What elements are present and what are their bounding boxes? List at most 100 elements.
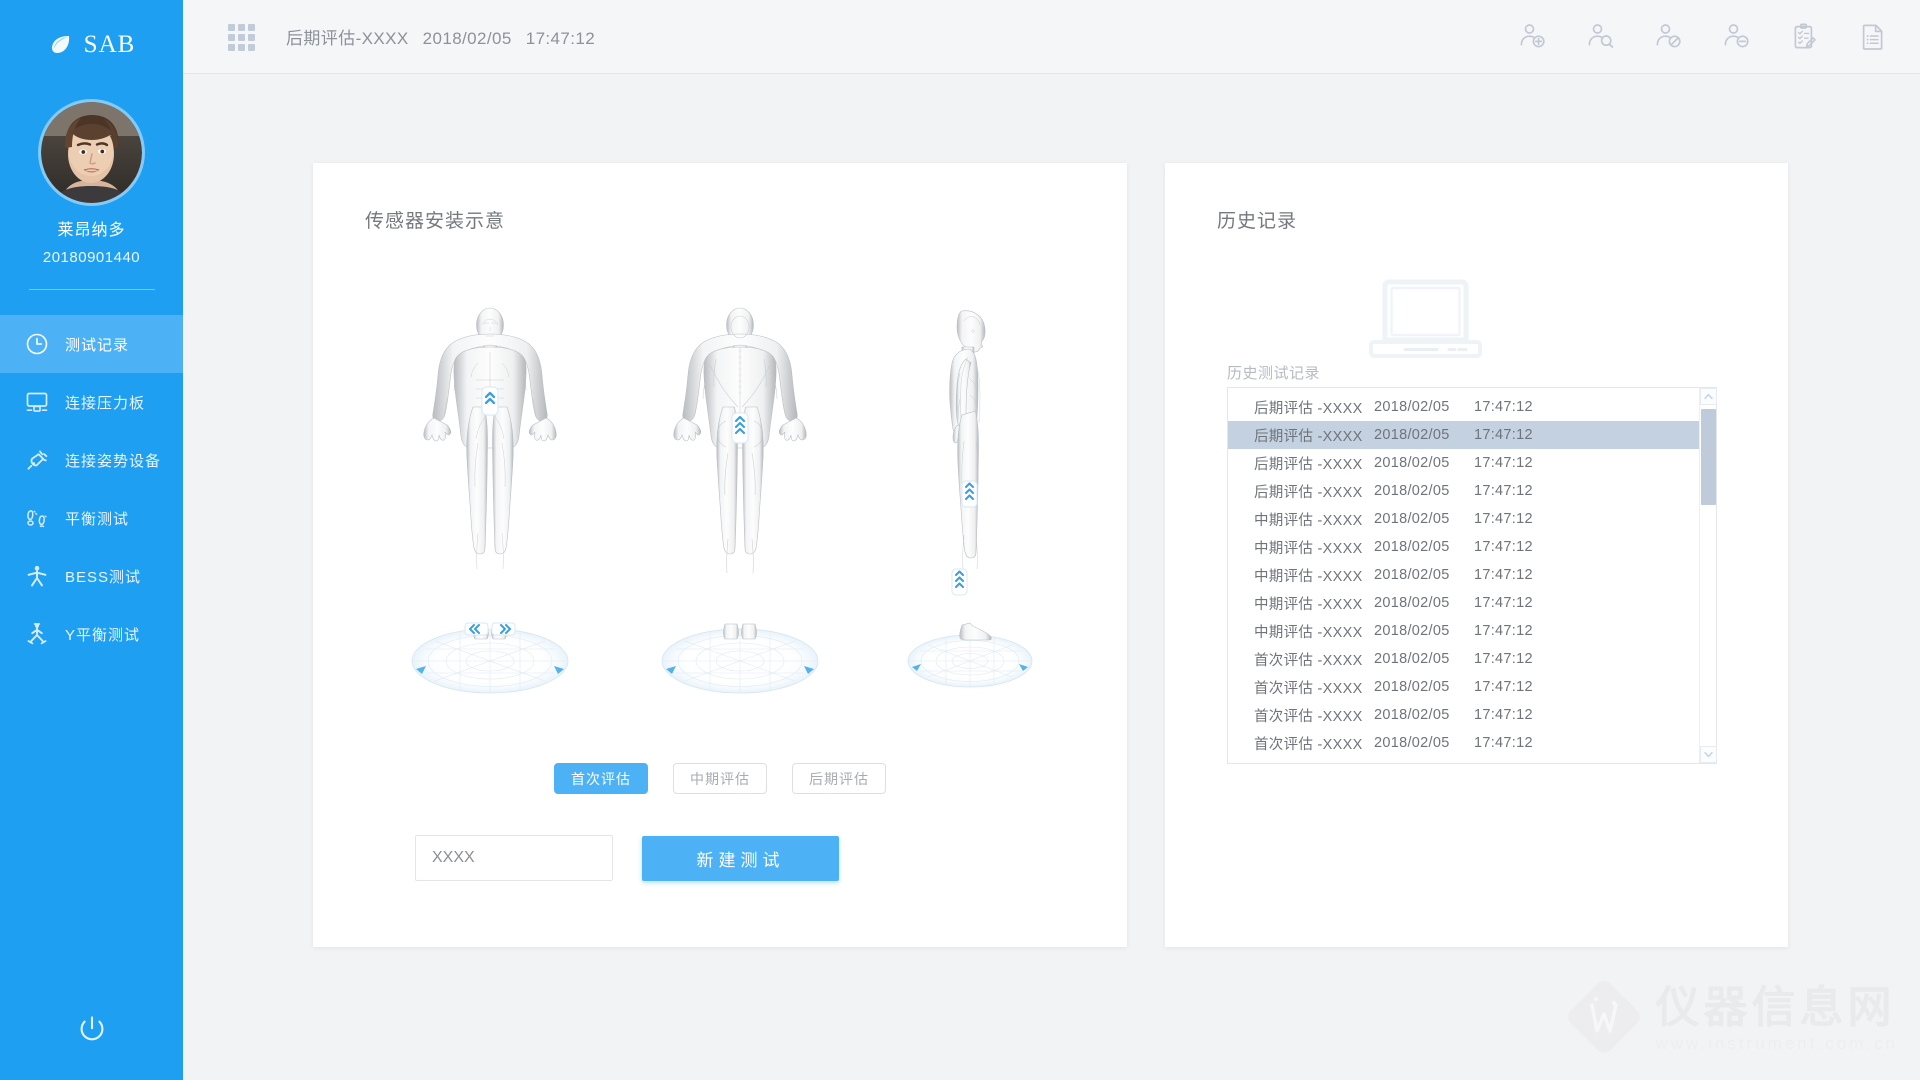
edit-user-icon[interactable] <box>1652 20 1686 54</box>
phase-tab-initial[interactable]: 首次评估 <box>554 763 648 794</box>
phase-tab-label: 后期评估 <box>809 770 869 787</box>
history-row[interactable]: 中期评估 -XXXX 2018/02/05 17:47:12 <box>1228 561 1699 589</box>
history-row-date: 2018/02/05 <box>1374 455 1450 471</box>
sensor-right-foot <box>491 622 516 636</box>
brand-name: SAB <box>83 31 136 58</box>
history-scrollbar[interactable] <box>1699 388 1717 763</box>
search-user-icon[interactable] <box>1584 20 1618 54</box>
history-row[interactable]: 后期评估 -XXXX 2018/02/05 17:47:12 <box>1228 449 1699 477</box>
history-row[interactable]: 中期评估 -XXXX 2018/02/05 17:47:12 <box>1228 505 1699 533</box>
history-row-name: 中期评估 -XXXX <box>1254 596 1363 613</box>
person-icon <box>24 563 50 589</box>
history-row[interactable]: 后期评估 -XXXX 2018/02/05 17:47:12 <box>1228 393 1699 421</box>
power-button[interactable] <box>0 1011 183 1052</box>
history-row-time: 17:47:12 <box>1474 679 1533 695</box>
sensor-left-foot <box>464 622 489 636</box>
scroll-down-icon[interactable] <box>1700 746 1717 763</box>
history-row-time: 17:47:12 <box>1474 735 1533 751</box>
sidebar-item-test-records[interactable]: 测试记录 <box>0 315 183 373</box>
user-name: 莱昂纳多 <box>57 222 126 239</box>
add-user-icon[interactable] <box>1516 20 1550 54</box>
create-test-button[interactable]: 新建测试 <box>642 835 839 881</box>
history-row-date: 2018/02/05 <box>1374 623 1450 639</box>
history-row-name: 中期评估 -XXXX <box>1254 540 1363 557</box>
sidebar-item-label: 连接姿势设备 <box>65 452 162 470</box>
phase-tab-mid[interactable]: 中期评估 <box>673 763 767 794</box>
laptop-icon <box>1369 278 1482 366</box>
history-row-date: 2018/02/05 <box>1374 651 1450 667</box>
page-title: 传感器安装示意 <box>365 211 506 232</box>
figure-side[interactable] <box>890 303 1050 713</box>
figure-front[interactable] <box>390 303 590 713</box>
history-row-date: 2018/02/05 <box>1374 483 1450 499</box>
history-row[interactable]: 中期评估 -XXXX 2018/02/05 17:47:12 <box>1228 617 1699 645</box>
sensor-calf <box>951 568 968 596</box>
history-row-date: 2018/02/05 <box>1374 567 1450 583</box>
history-row[interactable]: 首次评估 -XXXX 2018/02/05 17:47:12 <box>1228 645 1699 673</box>
history-panel: 历史记录 历史测试记录 后期评估 -XXXX 2018/02/05 17:47:12… <box>1165 163 1788 947</box>
clock-icon <box>24 331 50 357</box>
ground-disc <box>907 634 1033 688</box>
history-row[interactable]: 后期评估 -XXXX 2018/02/05 17:47:12 <box>1228 421 1699 449</box>
app-root: SAB 莱昂纳多 20180901440 测试记录 连接压力板 连接姿势设备 平… <box>0 0 1920 1080</box>
history-row-date: 2018/02/05 <box>1374 539 1450 555</box>
scroll-up-icon[interactable] <box>1700 388 1717 405</box>
history-row-time: 17:47:12 <box>1474 399 1533 415</box>
sidebar-item-y-balance-test[interactable]: Y平衡测试 <box>0 605 183 663</box>
sidebar-item-label: Y平衡测试 <box>65 626 141 644</box>
remove-user-icon[interactable] <box>1720 20 1754 54</box>
scrollbar-thumb[interactable] <box>1701 409 1716 505</box>
sidebar-item-label: 平衡测试 <box>65 510 130 528</box>
document-icon[interactable] <box>1856 20 1890 54</box>
grid-menu-icon[interactable] <box>228 23 255 51</box>
test-name-input[interactable] <box>415 835 613 881</box>
history-row[interactable]: 中期评估 -XXXX 2018/02/05 17:47:12 <box>1228 533 1699 561</box>
user-id: 20180901440 <box>42 249 141 266</box>
phase-tab-late[interactable]: 后期评估 <box>792 763 886 794</box>
user-avatar <box>41 102 142 203</box>
sidebar-item-label: 测试记录 <box>65 336 130 354</box>
plug-icon <box>24 447 50 473</box>
brand: SAB <box>0 0 183 70</box>
phase-tab-label: 首次评估 <box>571 770 631 787</box>
history-row-name: 首次评估 -XXXX <box>1254 736 1363 753</box>
sidebar-item-connect-posture-device[interactable]: 连接姿势设备 <box>0 431 183 489</box>
sidebar-item-balance-test[interactable]: 平衡测试 <box>0 489 183 547</box>
history-row-name: 首次评估 -XXXX <box>1254 652 1363 669</box>
history-row-time: 17:47:12 <box>1474 707 1533 723</box>
breadcrumb-title: 后期评估-XXXX <box>286 29 409 48</box>
history-row-date: 2018/02/05 <box>1374 511 1450 527</box>
history-list-container: 后期评估 -XXXX 2018/02/05 17:47:12 后期评估 -XXXX 20… <box>1227 387 1717 764</box>
sidebar: SAB 莱昂纳多 20180901440 测试记录 连接压力板 连接姿势设备 平… <box>0 0 183 1080</box>
sidebar-divider <box>28 289 155 290</box>
history-row-date: 2018/02/05 <box>1374 679 1450 695</box>
history-row[interactable]: 首次评估 -XXXX 2018/02/05 17:47:12 <box>1228 701 1699 729</box>
figure-back[interactable] <box>640 303 840 713</box>
sidebar-item-bess-test[interactable]: BESS测试 <box>0 547 183 605</box>
topbar-actions <box>1516 20 1890 54</box>
topbar: 后期评估-XXXX 2018/02/05 17:47:12 <box>183 0 1920 74</box>
history-row-time: 17:47:12 <box>1474 595 1533 611</box>
history-row-name: 首次评估 -XXXX <box>1254 680 1363 697</box>
history-row-date: 2018/02/05 <box>1374 399 1450 415</box>
history-row-time: 17:47:12 <box>1474 623 1533 639</box>
history-row-name: 首次评估 -XXXX <box>1254 708 1363 725</box>
sidebar-item-connect-pressure-plate[interactable]: 连接压力板 <box>0 373 183 431</box>
breadcrumb: 后期评估-XXXX 2018/02/05 17:47:12 <box>286 24 595 49</box>
history-row-time: 17:47:12 <box>1474 483 1533 499</box>
main-area: 后期评估-XXXX 2018/02/05 17:47:12 传感器安装示意 首次… <box>183 0 1920 1080</box>
sidebar-item-label: BESS测试 <box>65 568 142 586</box>
breadcrumb-time: 17:47:12 <box>525 29 596 48</box>
leaf-icon <box>48 32 74 58</box>
avatar[interactable] <box>41 102 142 203</box>
history-row[interactable]: 首次评估 -XXXX 2018/02/05 17:47:12 <box>1228 673 1699 701</box>
sidebar-nav: 测试记录 连接压力板 连接姿势设备 平衡测试 BESS测试 Y平衡测试 <box>0 315 183 663</box>
scrollbar-track[interactable] <box>1700 405 1717 746</box>
history-row[interactable]: 首次评估 -XXXX 2018/02/05 17:47:12 <box>1228 729 1699 757</box>
history-row-date: 2018/02/05 <box>1374 595 1450 611</box>
history-row[interactable]: 中期评估 -XXXX 2018/02/05 17:47:12 <box>1228 589 1699 617</box>
history-row-name: 后期评估 -XXXX <box>1254 400 1363 417</box>
history-list[interactable]: 后期评估 -XXXX 2018/02/05 17:47:12 后期评估 -XXXX 20… <box>1228 388 1699 763</box>
clipboard-edit-icon[interactable] <box>1788 20 1822 54</box>
history-row[interactable]: 后期评估 -XXXX 2018/02/05 17:47:12 <box>1228 477 1699 505</box>
